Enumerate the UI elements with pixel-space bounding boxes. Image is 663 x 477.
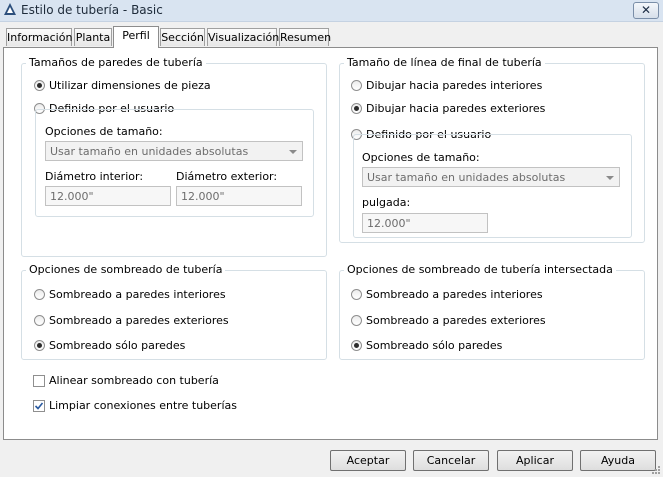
inch-field[interactable]: 12.000" <box>362 213 488 233</box>
radio-hatch-inner[interactable] <box>34 289 45 300</box>
checkmark-icon <box>34 402 44 410</box>
tab-content-panel: Tamaños de paredes de tubería Utilizar d… <box>3 47 658 440</box>
checkbox-label: Alinear sombreado con tubería <box>49 374 219 387</box>
resize-grip-icon[interactable] <box>651 465 661 475</box>
tab-visualizacion[interactable]: Visualización <box>207 28 279 46</box>
accept-button[interactable]: Aceptar <box>330 450 406 471</box>
dropdown-value: Usar tamaño en unidades absolutas <box>50 145 249 158</box>
checkbox-label: Limpiar conexiones entre tuberías <box>49 399 237 412</box>
radio-intersect-inner[interactable] <box>351 289 362 300</box>
radio-draw-outer[interactable] <box>351 103 362 114</box>
end-size-options-dropdown[interactable]: Usar tamaño en unidades absolutas <box>362 167 620 187</box>
radio-intersect-walls[interactable] <box>351 340 362 351</box>
radio-label: Dibujar hacia paredes exteriores <box>366 102 546 115</box>
inner-diameter-label: Diámetro interior: <box>45 170 144 183</box>
group-label: Tamaño de línea de final de tubería <box>344 56 545 69</box>
field-value: 12.000" <box>181 190 225 203</box>
radio-label: Sombreado a paredes exteriores <box>49 314 229 327</box>
dropdown-value: Usar tamaño en unidades absolutas <box>367 171 566 184</box>
radio-label: Sombreado a paredes exteriores <box>366 314 546 327</box>
outer-diameter-label: Diámetro exterior: <box>176 170 278 183</box>
size-options-dropdown[interactable]: Usar tamaño en unidades absolutas <box>45 141 303 161</box>
title-bar: Estilo de tubería - Basic ✕ <box>0 0 663 22</box>
cancel-button[interactable]: Cancelar <box>413 450 489 471</box>
radio-label: Dibujar hacia paredes interiores <box>366 79 543 92</box>
inch-label: pulgada: <box>362 196 411 209</box>
help-button[interactable]: Ayuda <box>580 450 656 471</box>
align-hatch-checkbox[interactable] <box>33 375 45 387</box>
clean-connections-checkbox[interactable] <box>33 400 45 412</box>
radio-part-dimensions[interactable] <box>34 80 45 91</box>
window-title: Estilo de tubería - Basic <box>21 3 163 17</box>
close-button[interactable]: ✕ <box>633 2 659 19</box>
tab-informacion[interactable]: Información <box>6 28 72 46</box>
outer-diameter-field[interactable]: 12.000" <box>176 186 302 206</box>
field-value: 12.000" <box>367 217 411 230</box>
tab-planta[interactable]: Planta <box>74 28 112 46</box>
app-logo-icon <box>4 3 16 15</box>
radio-label: Sombreado sólo paredes <box>366 339 503 352</box>
radio-label: Sombreado a paredes interiores <box>49 288 226 301</box>
radio-label: Utilizar dimensiones de pieza <box>49 79 211 92</box>
tab-resumen[interactable]: Resumen <box>279 28 331 46</box>
field-value: 12.000" <box>50 190 94 203</box>
size-options-label: Opciones de tamaño: <box>362 151 480 164</box>
radio-hatch-walls[interactable] <box>34 340 45 351</box>
radio-hatch-outer[interactable] <box>34 315 45 326</box>
chevron-down-icon <box>289 150 297 154</box>
apply-button[interactable]: Aplicar <box>497 450 573 471</box>
group-label: Opciones de sombreado de tubería <box>26 263 226 276</box>
radio-intersect-outer[interactable] <box>351 315 362 326</box>
group-label: Tamaños de paredes de tubería <box>26 56 206 69</box>
radio-label: Sombreado a paredes interiores <box>366 288 543 301</box>
radio-draw-inner[interactable] <box>351 80 362 91</box>
group-label: Opciones de sombreado de tubería interse… <box>344 263 616 276</box>
tab-seccion[interactable]: Sección <box>160 28 205 46</box>
size-options-label: Opciones de tamaño: <box>45 125 163 138</box>
close-icon: ✕ <box>640 3 652 17</box>
tab-perfil[interactable]: Perfil <box>113 26 159 48</box>
radio-label: Sombreado sólo paredes <box>49 339 186 352</box>
inner-diameter-field[interactable]: 12.000" <box>45 186 171 206</box>
chevron-down-icon <box>606 176 614 180</box>
